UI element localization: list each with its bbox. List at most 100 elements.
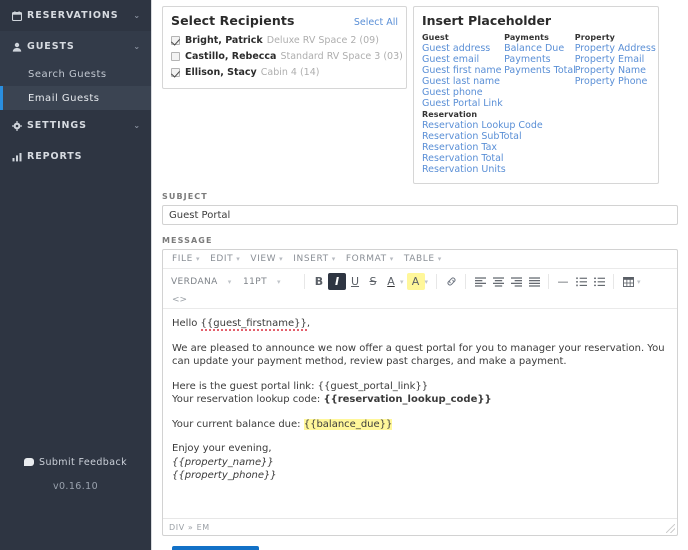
placeholder-link-guest-email[interactable]: Guest email <box>422 54 504 65</box>
chevron-down-icon: ⌄ <box>133 42 141 51</box>
select-all-link[interactable]: Select All <box>354 17 398 28</box>
numbered-list-icon[interactable] <box>572 273 590 290</box>
menu-format-label: FORMAT <box>346 254 387 264</box>
placeholder-link-reservation-units[interactable]: Reservation Units <box>422 164 504 175</box>
align-right-icon[interactable] <box>507 273 525 290</box>
app-root: RESERVATIONS ⌄ GUESTS ⌄ Search Guests Em… <box>0 0 688 550</box>
sidebar-item-reservations[interactable]: RESERVATIONS ⌄ <box>0 0 151 31</box>
message-body[interactable]: Hello {{guest_firstname}}, We are please… <box>163 309 677 518</box>
editor-resize-handle[interactable] <box>666 524 675 533</box>
placeholder-link-balance-due[interactable]: Balance Due <box>504 43 575 54</box>
placeholder-link-guest-last-name[interactable]: Guest last name <box>422 76 504 87</box>
chevron-down-icon[interactable]: ▾ <box>637 278 641 286</box>
chevron-down-icon[interactable]: ▾ <box>425 278 429 286</box>
placeholder-link-property-email[interactable]: Property Email <box>575 54 650 65</box>
text-color-button[interactable]: A <box>382 273 400 290</box>
submit-feedback-button[interactable]: Submit Feedback <box>24 457 127 468</box>
recipient-unit: Deluxe RV Space 2 (09) <box>267 35 379 46</box>
placeholder-link-guest-phone[interactable]: Guest phone <box>422 87 504 98</box>
insert-table-icon[interactable] <box>619 273 637 290</box>
placeholder-link-guest-first-name[interactable]: Guest first name <box>422 65 504 76</box>
sidebar-item-email-guests[interactable]: Email Guests <box>0 86 151 110</box>
menu-view[interactable]: VIEW ▾ <box>245 254 288 264</box>
insert-placeholder-panel: Insert Placeholder Guest Guest address G… <box>413 6 659 184</box>
sidebar: RESERVATIONS ⌄ GUESTS ⌄ Search Guests Em… <box>0 0 152 550</box>
background-color-button[interactable]: A <box>407 273 425 290</box>
menu-insert[interactable]: INSERT ▾ <box>288 254 341 264</box>
font-size-select[interactable]: 11PT ▾ <box>239 273 299 290</box>
font-family-select[interactable]: VERDANA ▾ <box>167 273 239 290</box>
placeholder-group-label: Reservation <box>422 110 504 119</box>
recipient-name: Castillo, Rebecca <box>185 51 276 62</box>
editor-status-bar: DIV » EM <box>163 518 677 535</box>
placeholder-link-property-address[interactable]: Property Address <box>575 43 650 54</box>
toolbar-divider <box>465 274 466 289</box>
recipient-checkbox[interactable] <box>171 52 180 61</box>
placeholder-link-reservation-tax[interactable]: Reservation Tax <box>422 142 504 153</box>
body-paragraph: We are pleased to announce we now offer … <box>172 342 668 369</box>
editor-toolbar: VERDANA ▾ 11PT ▾ B I U S A ▾ <box>163 269 677 309</box>
greeting-token: {{guest_firstname}} <box>201 318 307 331</box>
placeholder-link-guest-address[interactable]: Guest address <box>422 43 504 54</box>
menu-view-label: VIEW <box>250 254 276 264</box>
bulleted-list-icon[interactable] <box>590 273 608 290</box>
menu-format[interactable]: FORMAT ▾ <box>341 254 399 264</box>
menu-file-label: FILE <box>172 254 193 264</box>
menu-edit[interactable]: EDIT ▾ <box>205 254 245 264</box>
placeholder-link-reservation-subtotal[interactable]: Reservation SubTotal <box>422 131 504 142</box>
recipient-checkbox[interactable] <box>171 68 180 77</box>
toolbar-divider <box>613 274 614 289</box>
source-code-button[interactable]: <> <box>169 295 190 305</box>
form-actions: SEND EMAIL Send test email <box>162 536 678 550</box>
list-item[interactable]: Bright, Patrick Deluxe RV Space 2 (09) <box>171 33 398 47</box>
select-recipients-panel: Select Recipients Select All Bright, Pat… <box>162 6 407 89</box>
placeholder-link-property-phone[interactable]: Property Phone <box>575 76 650 87</box>
menu-table[interactable]: TABLE ▾ <box>399 254 447 264</box>
message-label: MESSAGE <box>162 236 678 245</box>
placeholder-link-guest-portal-link[interactable]: Guest Portal Link <box>422 98 504 109</box>
align-justify-icon[interactable] <box>525 273 543 290</box>
recipient-unit: Cabin 4 (14) <box>261 67 320 78</box>
send-email-button[interactable]: SEND EMAIL <box>172 546 259 550</box>
insert-link-icon[interactable] <box>442 273 460 290</box>
font-size-value: 11PT <box>243 277 267 287</box>
subject-input[interactable] <box>162 205 678 225</box>
placeholder-link-reservation-lookup-code[interactable]: Reservation Lookup Code <box>422 120 504 131</box>
chevron-down-icon: ▾ <box>332 255 336 263</box>
sidebar-item-settings[interactable]: SETTINGS ⌄ <box>0 110 151 141</box>
chevron-down-icon: ▾ <box>228 278 232 286</box>
placeholder-link-payments[interactable]: Payments <box>504 54 575 65</box>
portal-line-prefix: Here is the guest portal link: <box>172 381 318 392</box>
user-icon <box>12 42 27 52</box>
align-center-icon[interactable] <box>489 273 507 290</box>
sidebar-nav: RESERVATIONS ⌄ GUESTS ⌄ Search Guests Em… <box>0 0 151 172</box>
placeholder-link-payments-total[interactable]: Payments Total <box>504 65 575 76</box>
placeholder-link-property-name[interactable]: Property Name <box>575 65 650 76</box>
italic-button[interactable]: I <box>328 273 346 290</box>
sidebar-item-reports[interactable]: REPORTS <box>0 141 151 172</box>
horizontal-rule-icon[interactable]: — <box>554 273 572 290</box>
menu-table-label: TABLE <box>404 254 435 264</box>
bold-button[interactable]: B <box>310 273 328 290</box>
menu-file[interactable]: FILE ▾ <box>167 254 205 264</box>
underline-button[interactable]: U <box>346 273 364 290</box>
align-left-icon[interactable] <box>471 273 489 290</box>
body-lookup-line: Your reservation lookup code: {{reservat… <box>172 393 668 407</box>
balance-line-prefix: Your current balance due: <box>172 419 304 430</box>
sidebar-item-search-guests[interactable]: Search Guests <box>0 62 151 86</box>
chevron-down-icon: ▾ <box>277 278 281 286</box>
chevron-down-icon[interactable]: ▾ <box>400 278 404 286</box>
strikethrough-button[interactable]: S <box>364 273 382 290</box>
placeholder-link-reservation-total[interactable]: Reservation Total <box>422 153 504 164</box>
sidebar-item-guests[interactable]: GUESTS ⌄ <box>0 31 151 62</box>
body-portal-line: Here is the guest portal link: {{guest_p… <box>172 380 668 394</box>
calendar-icon <box>12 11 27 21</box>
body-greeting: Hello {{guest_firstname}}, <box>172 317 668 331</box>
email-form: SUBJECT MESSAGE FILE ▾ EDIT ▾ VIEW ▾ <box>152 184 688 550</box>
list-item[interactable]: Ellison, Stacy Cabin 4 (14) <box>171 65 398 79</box>
greeting-prefix: Hello <box>172 318 201 329</box>
lookup-line-prefix: Your reservation lookup code: <box>172 394 323 405</box>
menu-insert-label: INSERT <box>293 254 328 264</box>
list-item[interactable]: Castillo, Rebecca Standard RV Space 3 (0… <box>171 49 398 63</box>
recipient-checkbox[interactable] <box>171 36 180 45</box>
